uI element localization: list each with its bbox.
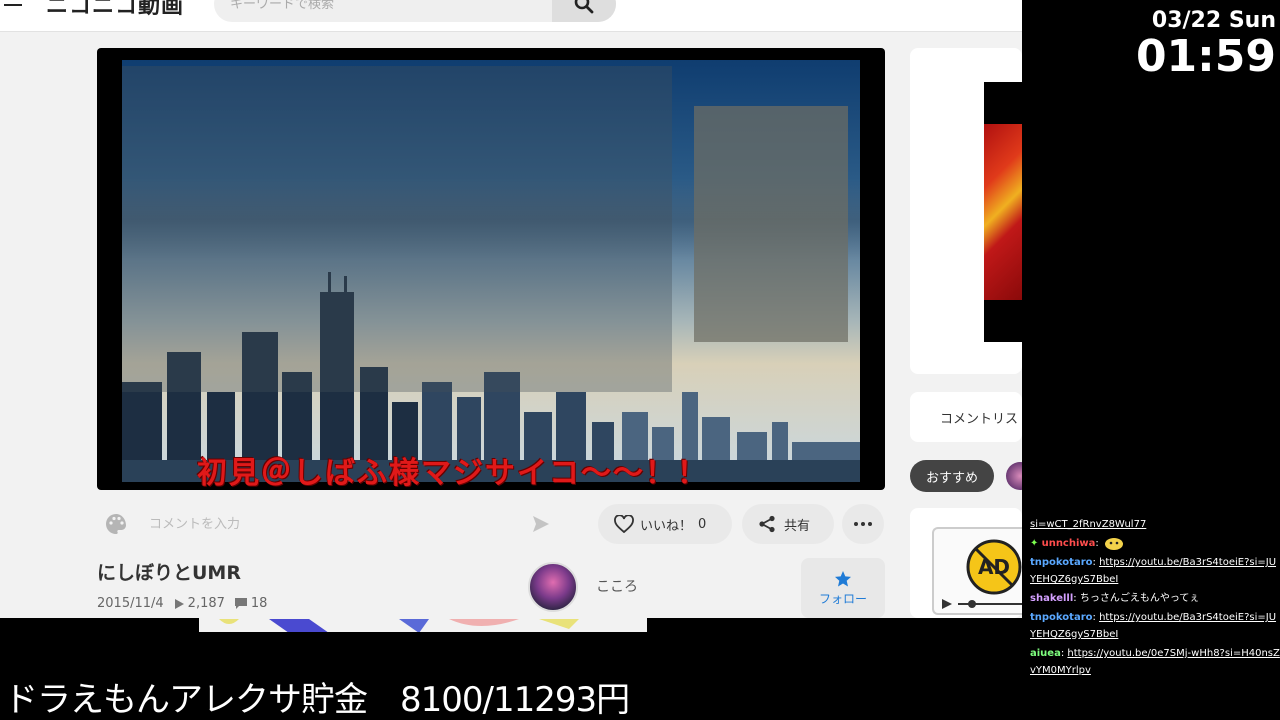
tab-recommended[interactable]: おすすめ (910, 460, 994, 492)
heart-icon (614, 515, 634, 533)
search-icon (574, 0, 594, 13)
stream-chat: si=wCT_2fRnvZ8Wul77 ✦ unnchiwa: tnpokota… (1026, 516, 1280, 720)
chat-message-text[interactable]: https://youtu.be/0e7SMj-wHh8?si=H40nsZvY… (1030, 648, 1280, 676)
stream-clock: 03/22 Sun 01:59 (1100, 8, 1276, 82)
emote-icon (1104, 538, 1123, 550)
chat-message: shakelll: ちっさんごえもんやってぇ (1030, 593, 1200, 604)
chat-username: tnpokotaro (1030, 612, 1093, 623)
search-button[interactable] (552, 0, 616, 22)
tab-user-avatar[interactable] (1006, 462, 1022, 490)
video-player[interactable]: 初見＠しばふ様マジサイコ～～！！ (97, 48, 885, 490)
comment-count-value: 18 (250, 596, 268, 611)
like-count: 0 (698, 516, 707, 532)
sparkle-icon: ✦ (1030, 538, 1039, 549)
like-label: いいね！ (640, 518, 693, 534)
hamburger-menu-icon[interactable] (4, 0, 24, 12)
site-header: ニコニコ動画 (0, 0, 1022, 32)
view-count-value: 2,187 (187, 596, 225, 611)
recommended-video-thumbnail[interactable] (984, 82, 1022, 342)
chat-message: aiuea: https://youtu.be/0e7SMj-wHh8?si=H… (1030, 648, 1280, 676)
comment-toggle-label: コメントリスト (940, 411, 1022, 427)
ad-block-panel[interactable]: AD (932, 527, 1022, 615)
play-count-icon (174, 598, 184, 609)
chat-message: si=wCT_2fRnvZ8Wul77 (1026, 516, 1280, 533)
share-label: 共有 (784, 518, 811, 534)
like-button[interactable]: いいね！ 0 (598, 504, 732, 544)
comment-input[interactable] (137, 504, 511, 544)
video-strip-fragment (199, 618, 647, 632)
browser-page: ニコニコ動画 キーワードで検索 初見＠しばふ様マジサイコ～～！！ コメントを入力… (0, 0, 1022, 618)
video-frame (122, 60, 860, 482)
chat-message: ✦ unnchiwa: (1026, 535, 1280, 552)
chat-username: aiuea (1030, 648, 1061, 659)
site-logo[interactable]: ニコニコ動画 (46, 0, 184, 20)
comment-count: 18 (234, 596, 268, 611)
video-overlay-panel (122, 66, 672, 392)
no-ads-icon: AD (942, 539, 1022, 609)
video-overlay-panel-right (694, 106, 848, 342)
follow-label: フォロー (818, 591, 867, 606)
more-options-button[interactable] (842, 504, 884, 544)
scrolling-comment: 初見＠しばふ様マジサイコ～～！！ (197, 456, 709, 490)
share-icon (759, 515, 775, 533)
search-input[interactable] (214, 0, 552, 22)
channel-name[interactable]: こころ (596, 576, 638, 596)
channel-avatar[interactable] (528, 562, 578, 612)
video-title: にしぼりとUMR (97, 562, 241, 584)
chat-message-text: ちっさんごえもんやってぇ (1079, 593, 1200, 604)
star-icon (835, 570, 851, 586)
chat-username: tnpokotaro (1030, 557, 1093, 568)
chat-username: shakelll (1030, 593, 1074, 604)
clock-time: 01:59 (1135, 31, 1276, 82)
savings-counter: ドラえもんアレクサ貯金 8100/11293円 (4, 680, 630, 720)
comment-form (97, 504, 569, 544)
palette-icon[interactable] (105, 513, 127, 535)
chat-message: tnpokotaro: https://youtu.be/Ba3rS4toeiE… (1030, 557, 1277, 585)
chat-message: tnpokotaro: https://youtu.be/Ba3rS4toeiE… (1030, 612, 1277, 640)
search-bar (214, 0, 616, 22)
share-button[interactable]: 共有 (742, 504, 834, 544)
chat-username: unnchiwa (1041, 538, 1096, 549)
clock-date: 03/22 Sun (1151, 8, 1276, 33)
upload-date: 2015/11/4 (97, 596, 164, 611)
more-horizontal-icon (854, 522, 872, 526)
send-icon[interactable] (531, 514, 551, 534)
comment-bubble-icon (234, 598, 247, 609)
view-count: 2,187 (174, 596, 225, 611)
comment-list-toggle[interactable]: コメントリスト (910, 392, 1022, 442)
video-meta: 2015/11/4 2,187 18 (97, 596, 267, 611)
follow-button[interactable]: フォロー (801, 558, 885, 618)
chat-message-text[interactable]: si=wCT_2fRnvZ8Wul77 (1030, 519, 1146, 530)
